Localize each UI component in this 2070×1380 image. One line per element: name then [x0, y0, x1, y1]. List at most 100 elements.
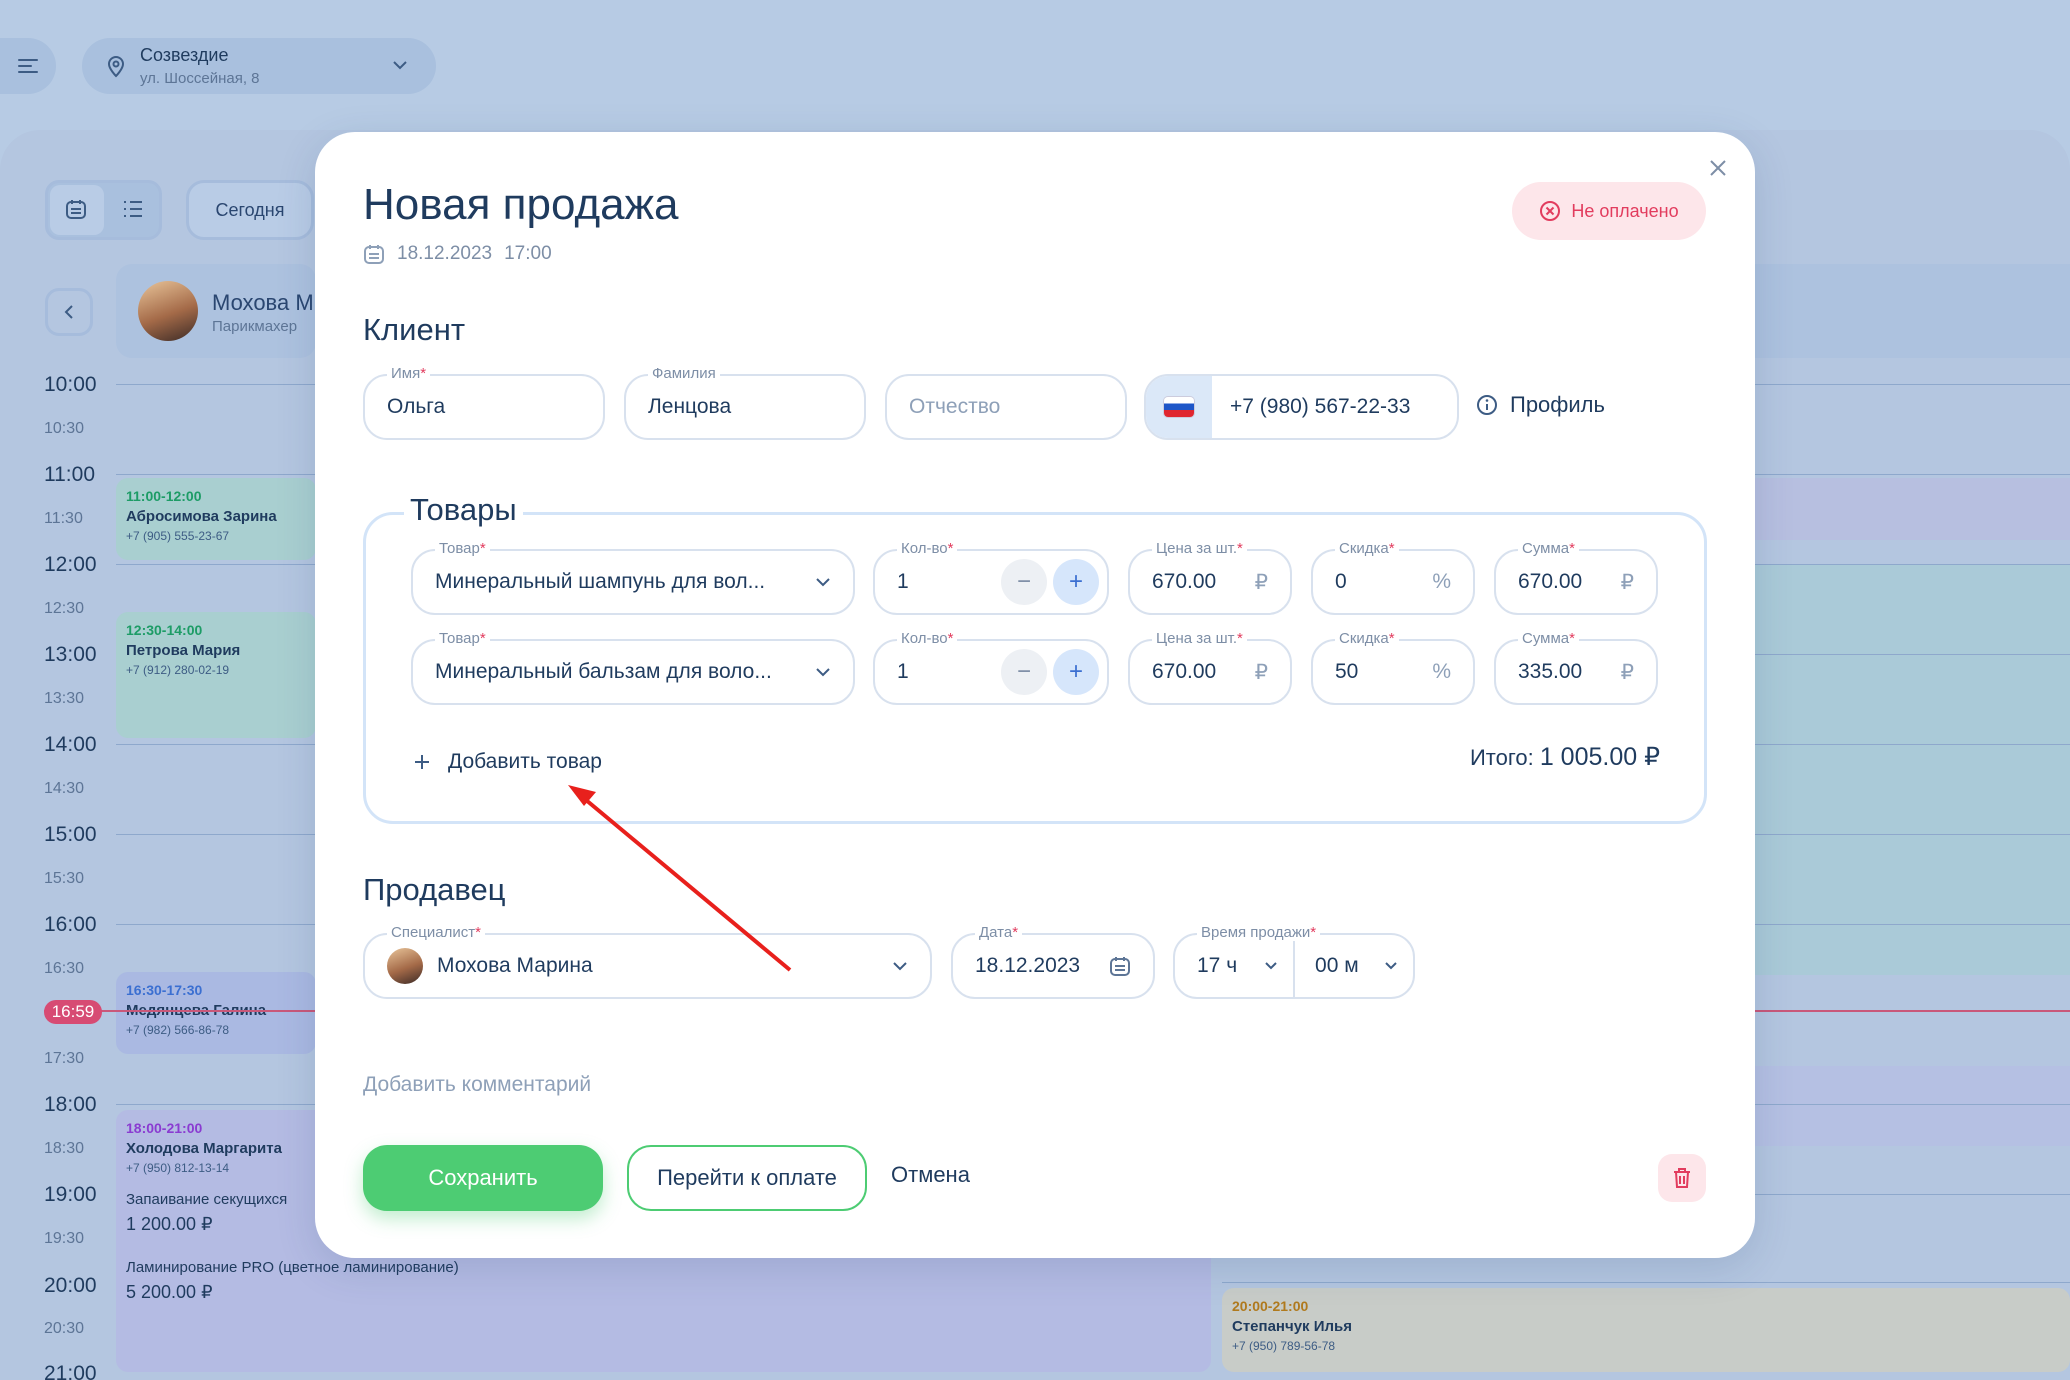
product-select[interactable]: Товар* Минеральный шампунь для вол... — [411, 540, 855, 615]
delete-button[interactable] — [1658, 1154, 1706, 1202]
add-product-label: Добавить товар — [448, 750, 602, 773]
product-label: Товар* — [435, 540, 490, 557]
specialist-select[interactable]: Специалист* Мохова Марина — [363, 924, 932, 999]
phone-field[interactable]: +7 (980) 567-22-33 — [1144, 374, 1459, 440]
calendar-view-icon[interactable] — [64, 197, 88, 221]
sale-date-field[interactable]: Дата* 18.12.2023 — [951, 924, 1155, 999]
time-label: 11:30 — [44, 510, 83, 527]
ruble-icon: ₽ — [1620, 660, 1634, 684]
specialist-avatar — [387, 948, 423, 984]
increment-button[interactable]: + — [1053, 649, 1099, 695]
decrement-button[interactable]: − — [1001, 559, 1047, 605]
time-label: 13:00 — [44, 643, 97, 666]
current-time-badge: 16:59 — [44, 1000, 102, 1024]
time-label: 12:30 — [44, 600, 85, 617]
profile-link[interactable]: Профиль — [1476, 392, 1605, 418]
discount-label: Скидка* — [1335, 630, 1399, 647]
save-button[interactable]: Сохранить — [363, 1145, 603, 1211]
first-name-field[interactable]: Имя* Ольга — [363, 365, 605, 440]
calendar-icon[interactable] — [1109, 955, 1131, 977]
appointment-time: 11:00-12:00 — [126, 488, 202, 504]
phone-value: +7 (980) 567-22-33 — [1230, 395, 1411, 418]
sum-label: Сумма* — [1518, 540, 1579, 557]
sale-time-field[interactable]: Время продажи* 17 ч 00 м — [1173, 924, 1415, 999]
appointment-phone: +7 (905) 555-23-67 — [126, 529, 230, 543]
menu-button[interactable] — [0, 38, 56, 94]
ruble-icon: ₽ — [1254, 660, 1268, 684]
menu-icon — [18, 59, 38, 73]
discount-field[interactable]: Скидка* 50 % — [1311, 630, 1475, 705]
event-block-right — [1755, 565, 2070, 975]
price-field[interactable]: Цена за шт.* 670.00 ₽ — [1128, 540, 1292, 615]
modal-title: Новая продажа — [363, 180, 679, 229]
time-label: 16:00 — [44, 913, 97, 936]
russia-flag-icon — [1164, 397, 1194, 417]
chevron-down-icon — [893, 962, 907, 971]
sale-date-value: 18.12.2023 — [975, 954, 1081, 977]
list-view-icon[interactable] — [122, 199, 144, 219]
time-label: 18:30 — [44, 1140, 85, 1157]
add-product-button[interactable]: Добавить товар — [414, 750, 602, 774]
time-label: 19:30 — [44, 1230, 85, 1247]
specialist-label: Специалист* — [387, 924, 485, 941]
last-name-field[interactable]: Фамилия Ленцова — [624, 365, 866, 440]
qty-label: Кол-во* — [897, 540, 958, 557]
appointment-card[interactable]: 20:00-21:00 Степанчук Илья +7 (950) 789-… — [1222, 1288, 2070, 1372]
price-field[interactable]: Цена за шт.* 670.00 ₽ — [1128, 630, 1292, 705]
appointment-time: 16:30-17:30 — [126, 982, 203, 998]
time-label: 18:00 — [44, 1093, 97, 1116]
trash-icon — [1674, 1168, 1690, 1188]
time-label: 21:00 — [44, 1362, 97, 1380]
goods-section-title: Товары — [404, 492, 523, 528]
time-label: 11:00 — [44, 463, 95, 486]
product-select[interactable]: Товар* Минеральный бальзам для воло... — [411, 630, 855, 705]
country-flag-selector[interactable] — [1146, 376, 1212, 438]
time-label: 15:00 — [44, 823, 97, 846]
close-icon[interactable] — [1704, 154, 1732, 182]
event-block-right — [1755, 478, 2070, 540]
hours-select[interactable]: 17 ч — [1175, 935, 1296, 997]
today-button[interactable]: Сегодня — [186, 180, 314, 240]
discount-field[interactable]: Скидка* 0 % — [1311, 540, 1475, 615]
product-label: Товар* — [435, 630, 490, 647]
quantity-stepper[interactable]: Кол-во* 1 − + — [873, 630, 1109, 705]
time-label: 16:30 — [44, 960, 85, 977]
appointment-card[interactable]: 12:30-14:00 Петрова Мария +7 (912) 280-0… — [116, 612, 316, 738]
appointment-client: Абросимова Зарина — [126, 508, 277, 525]
quantity-stepper[interactable]: Кол-во* 1 − + — [873, 540, 1109, 615]
payment-status-text: Не оплачено — [1571, 200, 1679, 221]
cancel-button[interactable]: Отмена — [891, 1162, 970, 1188]
appointment-price: 5 200.00 ₽ — [126, 1282, 213, 1302]
time-label: 10:30 — [44, 420, 85, 437]
location-pin-icon — [107, 56, 125, 78]
time-label: 14:30 — [44, 780, 85, 797]
qty-label: Кол-во* — [897, 630, 958, 647]
minutes-select[interactable]: 00 м — [1295, 935, 1413, 997]
increment-button[interactable]: + — [1053, 559, 1099, 605]
seller-section-title: Продавец — [363, 872, 506, 907]
sum-label: Сумма* — [1518, 630, 1579, 647]
go-to-payment-button[interactable]: Перейти к оплате — [627, 1145, 867, 1211]
time-label: 14:00 — [44, 733, 97, 756]
appointment-card[interactable]: 16:30-17:30 Медянцева Галина +7 (982) 56… — [116, 972, 316, 1054]
view-toggle[interactable] — [45, 180, 162, 240]
chevron-down-icon — [816, 578, 830, 587]
patronymic-field[interactable]: Отчество — [885, 374, 1127, 440]
price-label: Цена за шт.* — [1152, 630, 1247, 647]
time-label: 20:30 — [44, 1320, 85, 1337]
location-address: ул. Шоссейная, 8 — [140, 70, 260, 87]
last-name-value: Ленцова — [648, 395, 732, 418]
appointment-phone: +7 (950) 789-56-78 — [1232, 1339, 1336, 1353]
qty-value: 1 — [897, 570, 909, 593]
appointment-time: 12:30-14:00 — [126, 622, 203, 638]
hours-value: 17 ч — [1197, 954, 1238, 977]
appointment-card[interactable]: 11:00-12:00 Абросимова Зарина +7 (905) 5… — [116, 478, 316, 560]
staff-avatar — [138, 281, 198, 341]
appointment-service: Ламинирование PRO (цветное ламинирование… — [126, 1259, 459, 1276]
time-label: 17:30 — [44, 1050, 85, 1067]
sale-date: 18.12.2023 — [397, 243, 493, 264]
add-comment-link[interactable]: Добавить комментарий — [363, 1073, 591, 1097]
prev-day-button[interactable] — [45, 288, 93, 336]
ruble-icon: ₽ — [1254, 570, 1268, 594]
decrement-button[interactable]: − — [1001, 649, 1047, 695]
